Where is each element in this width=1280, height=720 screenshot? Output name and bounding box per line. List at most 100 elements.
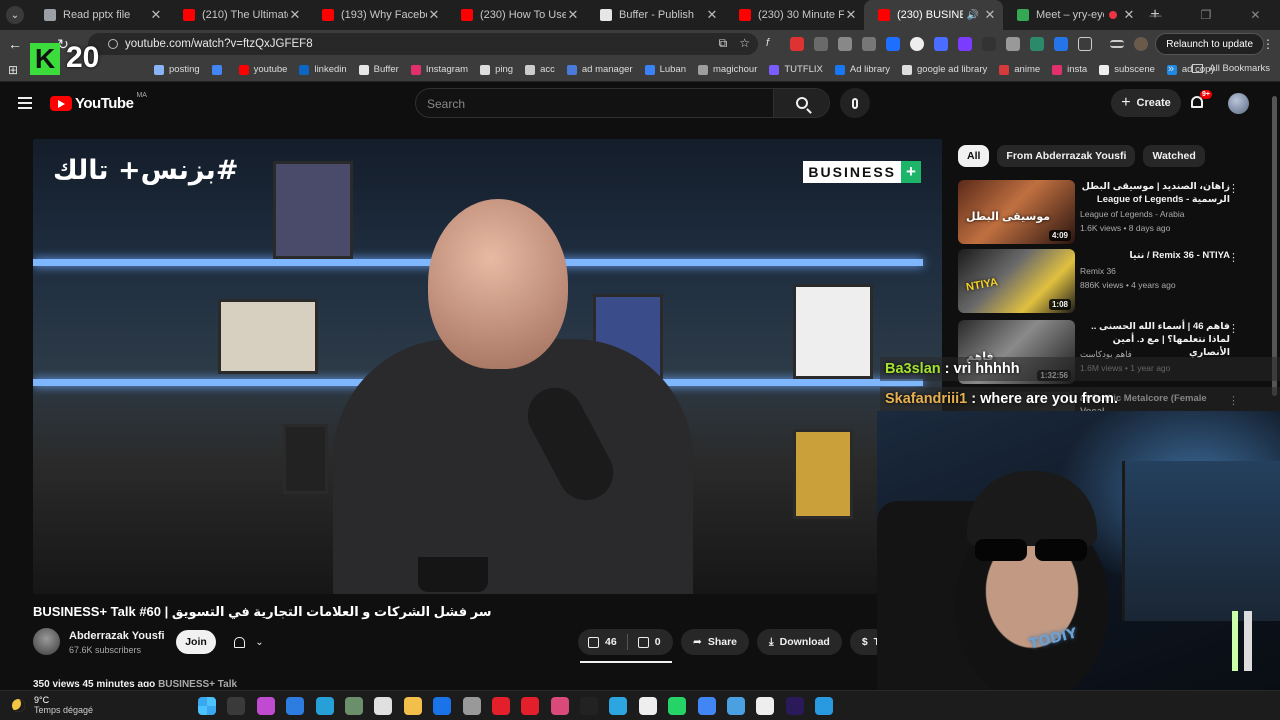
more-actions-icon[interactable]: ⋮ <box>1228 322 1239 335</box>
font-extension-icon[interactable]: f <box>766 37 780 51</box>
forward-icon[interactable]: → <box>30 36 52 52</box>
youtube-app-icon[interactable] <box>521 697 540 715</box>
tiktok-icon[interactable] <box>580 697 599 715</box>
filter-chip[interactable]: All <box>958 145 990 167</box>
more-actions-icon[interactable]: ⋮ <box>1228 182 1239 195</box>
files-icon[interactable] <box>374 697 393 715</box>
minimize-icon[interactable]: — <box>1150 8 1162 22</box>
browser-menu-icon[interactable]: ⋮ <box>1262 37 1274 51</box>
description-meta[interactable]: 350 views 45 minutes ago BUSINESS+ Talk <box>33 679 263 687</box>
browser-tab[interactable]: Read pptx file ✕ <box>30 0 169 30</box>
youtube-logo[interactable]: YouTube MA <box>50 92 147 112</box>
channel-name[interactable]: Abderrazak Yousfi <box>69 630 165 642</box>
notifications-button[interactable]: 9+ <box>1188 90 1212 112</box>
extension-icon[interactable] <box>838 37 852 51</box>
extension-icon[interactable] <box>790 37 804 51</box>
relaunch-button[interactable]: Relaunch to update <box>1155 33 1264 55</box>
extension-icon[interactable] <box>982 37 996 51</box>
all-bookmarks-button[interactable]: All Bookmarks <box>1192 63 1270 74</box>
create-button[interactable]: + Create <box>1111 89 1181 117</box>
site-info-icon[interactable] <box>108 39 118 49</box>
outlook-icon[interactable] <box>433 697 452 715</box>
back-icon[interactable]: ← <box>4 36 26 52</box>
extension-icon[interactable] <box>934 37 948 51</box>
bookmark-item[interactable]: anime <box>999 64 1040 75</box>
menu-hamburger-icon[interactable] <box>18 97 32 109</box>
explorer-icon[interactable] <box>403 697 422 715</box>
premiere-icon[interactable] <box>785 697 804 715</box>
subscribed-notifications-button[interactable]: ⌄ <box>224 630 274 654</box>
page-scrollbar[interactable] <box>1272 96 1277 396</box>
extension-icon[interactable] <box>814 37 828 51</box>
close-tab-icon[interactable]: ✕ <box>844 7 858 23</box>
cast-icon[interactable]: ⧉ <box>719 36 728 51</box>
snip-icon[interactable] <box>550 697 569 715</box>
filter-chip[interactable]: Watched <box>1143 145 1205 167</box>
browser-tab[interactable]: (230) BUSINESS+ Ta 🔊 ✕ <box>864 0 1003 30</box>
opera-icon[interactable] <box>491 697 510 715</box>
apps-grid-icon[interactable]: ⊞ <box>0 63 26 77</box>
recommendation-channel[interactable]: Remix 36 <box>1080 266 1116 276</box>
capcut-icon[interactable] <box>638 697 657 715</box>
extensions-puzzle-icon[interactable] <box>1078 37 1092 51</box>
download-button[interactable]: ⤓ Download <box>757 629 842 655</box>
close-tab-icon[interactable]: ✕ <box>566 7 580 23</box>
search-input[interactable]: Search <box>427 97 465 111</box>
extension-icon[interactable] <box>1030 37 1044 51</box>
browser-tab[interactable]: (210) The Ultimate Digi✕ <box>169 0 308 30</box>
start-icon[interactable] <box>198 697 216 715</box>
hashtag-link[interactable]: BUSINESS+ Talk <box>158 679 237 687</box>
extension-icon[interactable] <box>958 37 972 51</box>
recommendation-thumbnail[interactable]: موسيقى البطل 4:09 <box>958 180 1075 244</box>
bookmark-item[interactable]: TUTFLIX <box>769 64 823 75</box>
share-button[interactable]: ➦ Share <box>681 629 749 655</box>
extension-icon[interactable] <box>1054 37 1068 51</box>
bookmark-item[interactable]: magichour <box>698 64 757 75</box>
extension-icon[interactable] <box>886 37 900 51</box>
bookmark-item[interactable]: subscene <box>1099 64 1155 75</box>
search-button[interactable] <box>773 89 829 117</box>
reading-list-icon[interactable] <box>1110 40 1124 48</box>
close-tab-icon[interactable]: ✕ <box>149 7 163 23</box>
close-tab-icon[interactable]: ✕ <box>983 7 997 23</box>
recommendation-thumbnail[interactable]: NTIYA 1:08 <box>958 249 1075 313</box>
bookmark-item[interactable]: Ad library <box>834 64 890 75</box>
music-icon[interactable] <box>344 697 363 715</box>
video-player[interactable]: #بزنس+ تالك BUSINESS + <box>33 139 942 594</box>
reload-icon[interactable]: ↻ <box>52 36 74 53</box>
bookmark-item[interactable]: youtube <box>238 64 287 75</box>
more-actions-icon[interactable]: ⋮ <box>1228 251 1239 264</box>
voice-search-button[interactable] <box>840 88 870 118</box>
profile-icon[interactable] <box>1134 37 1148 51</box>
recommendation-channel[interactable]: League of Legends - Arabia <box>1080 209 1184 219</box>
dislike-button[interactable]: 0 <box>628 636 671 648</box>
bookmark-star-icon[interactable]: ☆ <box>739 36 750 51</box>
bookmark-item[interactable]: Buffer <box>358 64 399 75</box>
browser-tab[interactable]: (230) How To Use TikTo✕ <box>447 0 586 30</box>
bookmark-item[interactable]: posting <box>154 64 200 75</box>
widgets-icon[interactable] <box>286 697 305 715</box>
close-tab-icon[interactable]: ✕ <box>288 7 302 23</box>
bookmarks-overflow-icon[interactable]: » <box>1168 63 1174 75</box>
telegram-icon[interactable] <box>609 697 628 715</box>
speaker-icon[interactable]: 🔊 <box>967 10 979 21</box>
bookmark-item[interactable]: insta <box>1052 64 1087 75</box>
search-icon[interactable] <box>227 697 246 715</box>
recommendation-item[interactable]: NTIYA 1:08 Remix 36 - NTIYA / نتيا Remix 36… <box>958 249 1258 315</box>
close-tab-icon[interactable]: ✕ <box>427 7 441 23</box>
recommendation-item[interactable]: موسيقى البطل 4:09 زاهان، الصنديد | موسيقى … <box>958 180 1258 246</box>
bookmark-item[interactable]: acc <box>525 64 555 75</box>
tab-search-icon[interactable]: ⌄ <box>6 6 24 24</box>
extension-icon[interactable] <box>910 37 924 51</box>
filter-chip[interactable]: From Abderrazak Yousfi <box>997 145 1136 167</box>
extension-icon[interactable] <box>862 37 876 51</box>
bookmark-item[interactable]: google ad library <box>902 64 987 75</box>
edge-dev-icon[interactable] <box>315 697 334 715</box>
whatsapp-icon[interactable] <box>668 697 687 715</box>
bookmark-item[interactable]: Instagram <box>410 64 468 75</box>
join-button[interactable]: Join <box>176 630 216 654</box>
browser-tab[interactable]: (230) 30 Minute Focus✕ <box>725 0 864 30</box>
close-window-icon[interactable]: ✕ <box>1250 8 1260 22</box>
settings-icon[interactable] <box>462 697 481 715</box>
browser-tab[interactable]: Buffer - Publish ✕ <box>586 0 725 30</box>
